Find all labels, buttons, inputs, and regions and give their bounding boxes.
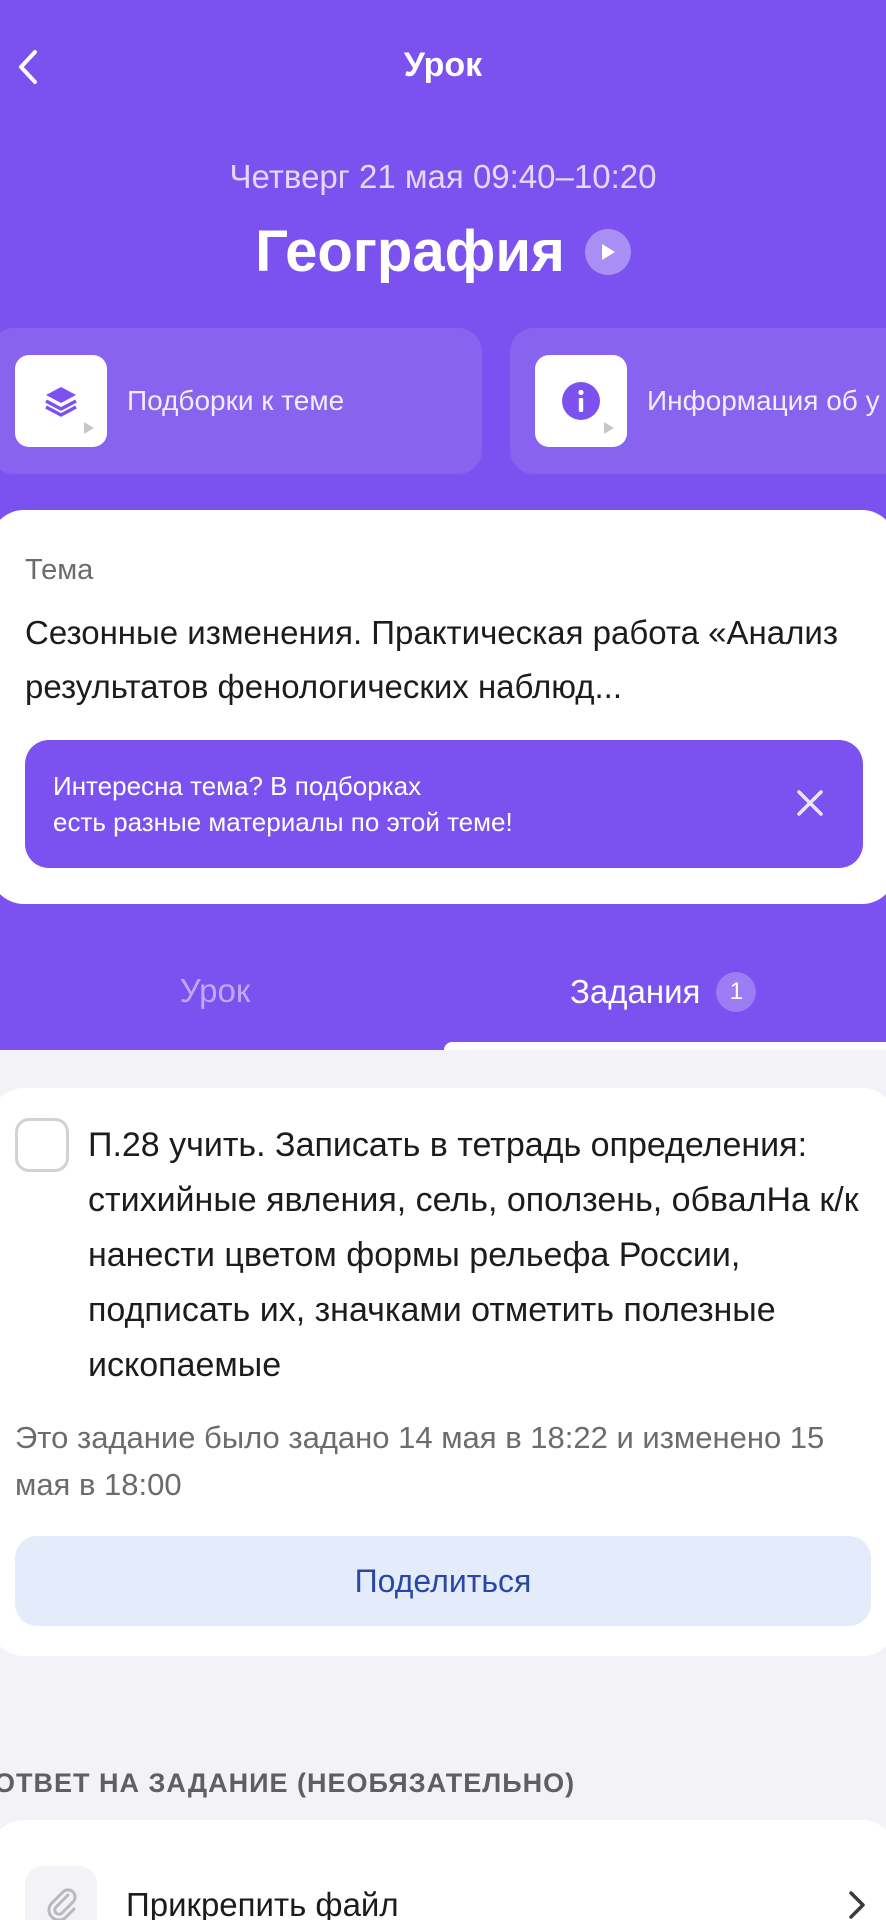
hint-text: Интересна тема? В подборках есть разные … — [53, 771, 513, 837]
collections-hint-banner[interactable]: Интересна тема? В подборках есть разные … — [25, 740, 863, 868]
nav-title: Урок — [403, 46, 483, 84]
chevron-right-icon — [849, 1891, 865, 1919]
tab-tasks[interactable]: Задания 1 — [570, 972, 757, 1012]
layers-icon — [15, 355, 107, 447]
share-button[interactable]: Поделиться — [15, 1536, 871, 1626]
tab-lesson[interactable]: Урок — [0, 972, 430, 1010]
lesson-date-time: Четверг 21 мая 09:40–10:20 — [229, 158, 657, 195]
lesson-info-card[interactable]: Информация об у — [510, 328, 886, 474]
task-done-checkbox[interactable] — [15, 1118, 69, 1172]
topic-label: Тема — [25, 554, 94, 586]
play-icon[interactable] — [584, 228, 631, 275]
answer-section-title: ОТВЕТ НА ЗАДАНИЕ (НЕОБЯЗАТЕЛЬНО) — [0, 1768, 576, 1798]
task-meta: Это задание было задано 14 мая в 18:22 и… — [15, 1420, 825, 1502]
collections-card[interactable]: Подборки к теме — [0, 328, 482, 474]
tasks-count-badge: 1 — [716, 972, 757, 1012]
collections-card-label: Подборки к теме — [127, 385, 345, 416]
lesson-subject: География — [0, 218, 886, 285]
topic-text[interactable]: Сезонные изменения. Практическая работа … — [25, 606, 855, 714]
attach-file-row[interactable]: Прикрепить файл — [0, 1820, 886, 1920]
paperclip-icon — [25, 1866, 97, 1920]
tab-tasks-label: Задания — [570, 973, 701, 1010]
attach-file-label: Прикрепить файл — [126, 1886, 399, 1920]
task-card: П.28 учить. Записать в тетрадь определен… — [0, 1088, 886, 1656]
topic-card: Тема Сезонные изменения. Практическая ра… — [0, 510, 886, 904]
active-tab-indicator — [444, 1042, 886, 1050]
lesson-info-card-label: Информация об у — [647, 385, 880, 416]
info-icon — [535, 355, 627, 447]
subject-title: География — [255, 219, 565, 284]
task-text: П.28 учить. Записать в тетрадь определен… — [88, 1126, 859, 1384]
close-icon[interactable] — [791, 784, 829, 822]
